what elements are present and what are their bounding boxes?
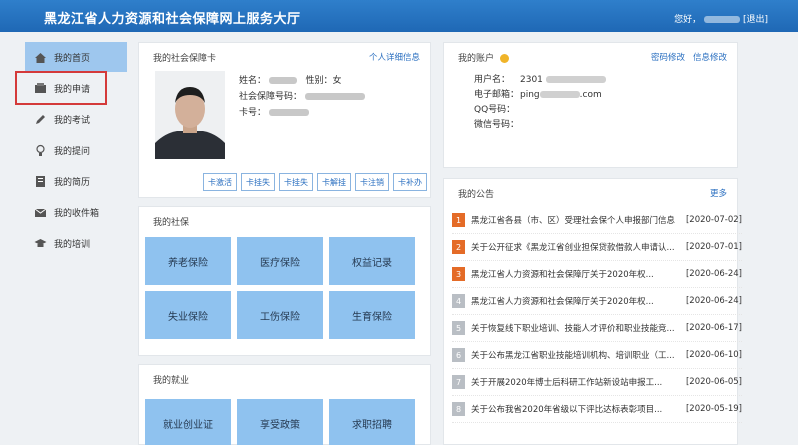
employment-title: 我的就业 [153,376,190,386]
notice-item[interactable]: 8 关于公布我省2020年省级以下评比达标表彰项目... [2020-05-19] [452,396,742,423]
card-cancel-button[interactable]: 卡注销 [355,173,389,191]
id-photo [155,71,225,159]
tile-medical[interactable]: 医疗保险 [237,237,323,285]
notices-more-link[interactable]: 更多 [710,187,727,199]
notice-item[interactable]: 4 黑龙江省人力资源和社会保障厅关于2020年权... [2020-06-24] [452,288,742,315]
card-unfreeze-button[interactable]: 卡解挂 [317,173,351,191]
notice-title[interactable]: 关于恢复线下职业培训、技能人才评价和职业技能竞... [471,322,676,334]
notice-item[interactable]: 7 关于开展2020年博士后科研工作站新设站申报工... [2020-06-05] [452,369,742,396]
notices-title: 我的公告 [458,190,495,200]
card-action-buttons: 卡激活 卡挂失 卡挂失 卡解挂 卡注销 卡补办 [203,173,427,191]
site-title: 黑龙江省人力资源和社会保障网上服务大厅 [44,12,301,27]
sidebar-item-exams[interactable]: 我的考试 [25,104,127,134]
employment-tiles: 就业创业证 享受政策 求职招聘 [145,399,415,445]
sidebar-item-questions[interactable]: 我的提问 [25,135,127,165]
notices-panel: 我的公告 更多 1 黑龙江省各县（市、区）受理社会保个人申报部门信息 [2020-0… [443,178,742,445]
sidebar-item-training[interactable]: 我的培训 [25,228,127,258]
blurred-username [704,16,740,23]
home-icon [33,50,47,64]
logout-link[interactable]: [退出] [743,12,768,25]
notice-title[interactable]: 关于公布黑龙江省职业技能培训机构、培训职业（工... [471,349,676,361]
inbox-icon [33,81,47,95]
card-info: 姓名： 性别：女 社会保障号码： 卡号： [239,73,365,121]
pencil-icon [33,112,47,126]
tile-maternity[interactable]: 生育保险 [329,291,415,339]
card-activate-button[interactable]: 卡激活 [203,173,237,191]
notice-rank-badge: 6 [452,348,465,362]
notice-title[interactable]: 黑龙江省人力资源和社会保障厅关于2020年权... [471,295,676,307]
notice-date: [2020-06-24] [685,269,742,279]
notice-item[interactable]: 1 黑龙江省各县（市、区）受理社会保个人申报部门信息 [2020-07-02] [452,207,742,234]
notice-date: [2020-06-05] [685,377,742,387]
notice-date: [2020-06-17] [685,323,742,333]
card-loss-2-button[interactable]: 卡挂失 [279,173,313,191]
sidebar-item-inbox[interactable]: 我的收件箱 [25,197,127,227]
tile-pension[interactable]: 养老保险 [145,237,231,285]
notice-rank-badge: 4 [452,294,465,308]
notice-date: [2020-07-01] [685,242,742,252]
notice-item[interactable]: 3 黑龙江省人力资源和社会保障厅关于2020年权... [2020-06-24] [452,261,742,288]
notice-rank-badge: 2 [452,240,465,254]
notice-title[interactable]: 关于开展2020年博士后科研工作站新设站申报工... [471,376,676,388]
notice-title[interactable]: 黑龙江省各县（市、区）受理社会保个人申报部门信息 [471,214,676,226]
account-panel: 我的账户 密码修改 信息修改 用户名： 2301 电子邮箱：ping .com QQ… [443,42,738,168]
lightbulb-icon [33,143,47,157]
tile-policies[interactable]: 享受政策 [237,399,323,445]
blurred-username-value [545,76,606,83]
account-info: 用户名： 2301 电子邮箱：ping .com QQ号码： 微信号码： [474,73,606,133]
notice-rank-badge: 1 [452,213,465,227]
notice-title[interactable]: 黑龙江省人力资源和社会保障厅关于2020年权... [471,268,676,280]
account-title: 我的账户 [458,51,509,64]
notice-rank-badge: 7 [452,375,465,389]
blurred-email [539,91,580,98]
notice-list: 1 黑龙江省各县（市、区）受理社会保个人申报部门信息 [2020-07-02] 2 关于… [452,207,742,423]
sidebar: 我的首页 我的申请 我的考试 我的提问 我的简历 我的收件箱 我的培训 [15,42,127,259]
notice-item[interactable]: 6 关于公布黑龙江省职业技能培训机构、培训职业（工... [2020-06-10] [452,342,742,369]
notice-date: [2020-06-24] [685,296,742,306]
tile-work-injury[interactable]: 工伤保险 [237,291,323,339]
change-password-link[interactable]: 密码修改 [651,51,685,63]
insurance-tiles: 养老保险 医疗保险 权益记录 失业保险 工伤保险 生育保险 [145,237,415,339]
tile-employment-cert[interactable]: 就业创业证 [145,399,231,445]
tile-job-search[interactable]: 求职招聘 [329,399,415,445]
insurance-title: 我的社保 [153,218,190,228]
notice-rank-badge: 5 [452,321,465,335]
header-bar: 黑龙江省人力资源和社会保障网上服务大厅 您好， [退出] [0,0,798,32]
notice-date: [2020-05-19] [685,404,742,414]
sidebar-item-home[interactable]: 我的首页 [25,42,127,72]
employment-panel: 我的就业 就业创业证 享受政策 求职招聘 [138,364,431,445]
user-greeting: 您好， [674,12,740,25]
social-card-title: 我的社会保障卡 [153,54,217,64]
card-reissue-button[interactable]: 卡补办 [393,173,427,191]
notice-item[interactable]: 2 关于公开征求《黑龙江省创业担保贷款借款人申请认... [2020-07-01] [452,234,742,261]
social-card-panel: 我的社会保障卡 个人详细信息 姓名： 性别：女 社会保障号码： 卡号： 卡激活 … [138,42,431,198]
blurred-ssn [304,93,365,100]
blurred-name [268,77,297,84]
personal-details-link[interactable]: 个人详细信息 [369,51,420,63]
insurance-panel: 我的社保 养老保险 医疗保险 权益记录 失业保险 工伤保险 生育保险 [138,206,431,356]
resume-icon [33,174,47,188]
notice-rank-badge: 8 [452,402,465,416]
tile-unemployment[interactable]: 失业保险 [145,291,231,339]
card-report-loss-button[interactable]: 卡挂失 [241,173,275,191]
notice-date: [2020-07-02] [685,215,742,225]
medal-icon [499,54,509,63]
notice-title[interactable]: 关于公布我省2020年省级以下评比达标表彰项目... [471,403,676,415]
sidebar-item-resume[interactable]: 我的简历 [25,166,127,196]
mailbox-icon [33,205,47,219]
blurred-card-number [268,109,309,116]
graduation-cap-icon [33,236,47,250]
notice-item[interactable]: 5 关于恢复线下职业培训、技能人才评价和职业技能竞... [2020-06-17] [452,315,742,342]
edit-info-link[interactable]: 信息修改 [693,51,727,63]
sidebar-item-applications[interactable]: 我的申请 [15,71,107,105]
notice-title[interactable]: 关于公开征求《黑龙江省创业担保贷款借款人申请认... [471,241,676,253]
tile-rights-record[interactable]: 权益记录 [329,237,415,285]
notice-rank-badge: 3 [452,267,465,281]
notice-date: [2020-06-10] [685,350,742,360]
